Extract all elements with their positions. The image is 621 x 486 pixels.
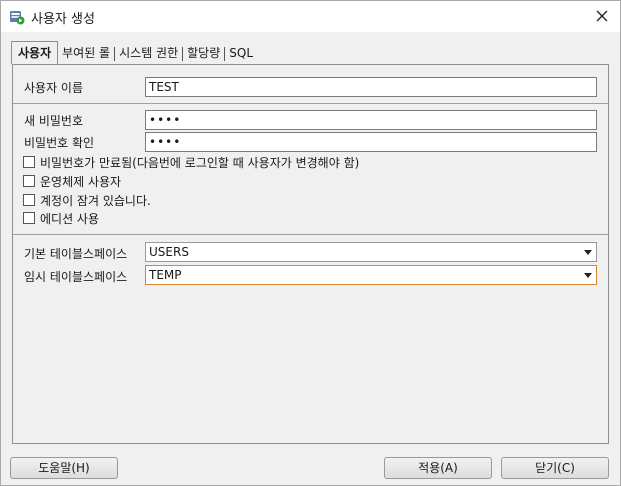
default-tablespace-select[interactable]: USERS <box>145 242 597 262</box>
os-user-option[interactable]: 운영체제 사용자 <box>23 173 121 189</box>
temp-tablespace-value: TEMP <box>149 268 182 282</box>
apply-button[interactable]: 적용(A) <box>384 457 492 479</box>
password-expired-option[interactable]: 비밀번호가 만료됨(다음번에 로그인할 때 사용자가 변경해야 함) <box>23 154 359 170</box>
divider <box>13 103 608 104</box>
default-tablespace-value: USERS <box>149 245 189 259</box>
window-title: 사용자 생성 <box>31 12 95 27</box>
chevron-down-icon <box>584 250 592 255</box>
temp-tablespace-label: 임시 테이블스페이스 <box>24 270 128 284</box>
create-user-icon <box>9 9 25 25</box>
close-button[interactable] <box>590 5 614 27</box>
user-tab-panel: 사용자 이름 TEST 새 비밀번호 •••• 비밀번호 확인 •••• 비밀번… <box>12 64 609 444</box>
help-button[interactable]: 도움말(H) <box>10 457 118 479</box>
tab-quotas[interactable]: 할당량 <box>183 43 224 63</box>
tab-system-privileges[interactable]: 시스템 권한 <box>115 43 182 63</box>
temp-tablespace-select[interactable]: TEMP <box>145 265 597 285</box>
new-password-label: 새 비밀번호 <box>24 114 84 128</box>
close-icon <box>596 10 608 22</box>
account-locked-label: 계정이 잠겨 있습니다. <box>40 193 151 208</box>
os-user-checkbox[interactable] <box>23 175 35 187</box>
confirm-password-field[interactable]: •••• <box>145 132 597 152</box>
edition-option[interactable]: 에디션 사용 <box>23 210 99 226</box>
account-locked-option[interactable]: 계정이 잠겨 있습니다. <box>23 192 151 208</box>
tab-bar: 사용자 부여된 롤 시스템 권한 할당량 SQL <box>11 41 257 65</box>
password-expired-checkbox[interactable] <box>23 156 35 168</box>
title-bar: 사용자 생성 <box>1 1 620 32</box>
username-label: 사용자 이름 <box>24 81 84 95</box>
confirm-password-label: 비밀번호 확인 <box>24 136 95 150</box>
default-tablespace-label: 기본 테이블스페이스 <box>24 247 128 261</box>
tab-user[interactable]: 사용자 <box>11 41 59 64</box>
divider <box>13 234 608 235</box>
edition-label: 에디션 사용 <box>40 211 100 226</box>
tab-granted-roles[interactable]: 부여된 롤 <box>58 43 114 63</box>
new-password-field[interactable]: •••• <box>145 110 597 130</box>
close-dialog-button[interactable]: 닫기(C) <box>501 457 609 479</box>
account-locked-checkbox[interactable] <box>23 194 35 206</box>
create-user-dialog: 사용자 생성 사용자 부여된 롤 시스템 권한 할당량 SQL 사용자 이름 T… <box>0 0 621 486</box>
os-user-label: 운영체제 사용자 <box>40 174 122 189</box>
password-expired-label: 비밀번호가 만료됨(다음번에 로그인할 때 사용자가 변경해야 함) <box>40 155 360 170</box>
edition-checkbox[interactable] <box>23 212 35 224</box>
tab-sql[interactable]: SQL <box>225 43 257 63</box>
chevron-down-icon <box>584 273 592 278</box>
username-field[interactable]: TEST <box>145 77 597 97</box>
